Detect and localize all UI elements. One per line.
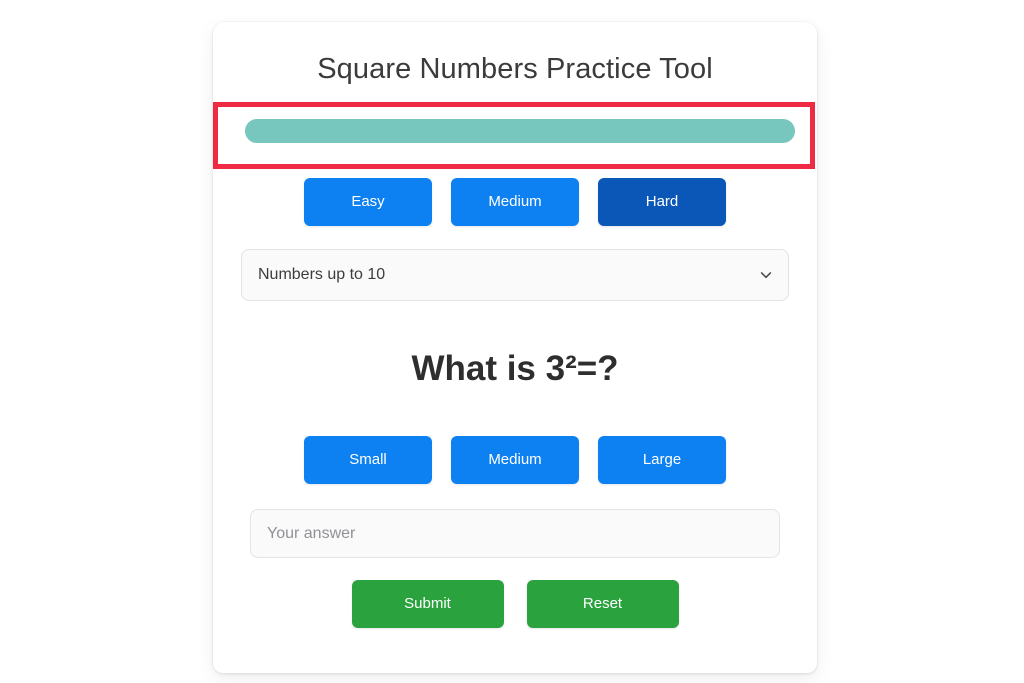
number-range-select[interactable]: Numbers up to 10 — [241, 249, 789, 301]
progress-bar-highlight-box — [213, 102, 815, 169]
action-button-group: Submit Reset — [213, 580, 817, 628]
difficulty-button-medium[interactable]: Medium — [451, 178, 579, 226]
progress-bar-track[interactable] — [245, 119, 795, 143]
page-title: Square Numbers Practice Tool — [317, 53, 713, 85]
reset-button[interactable]: Reset — [526, 580, 679, 628]
answer-input[interactable] — [250, 509, 780, 558]
question-prompt: What is 3²=? — [411, 349, 619, 388]
difficulty-button-group: Easy Medium Hard — [213, 178, 817, 226]
size-button-group: Small Medium Large — [213, 436, 817, 484]
difficulty-button-easy[interactable]: Easy — [304, 178, 432, 226]
submit-button[interactable]: Submit — [351, 580, 504, 628]
size-button-large[interactable]: Large — [598, 436, 726, 484]
progress-bar-fill — [245, 119, 795, 143]
size-button-medium[interactable]: Medium — [451, 436, 579, 484]
difficulty-button-hard[interactable]: Hard — [598, 178, 726, 226]
number-range-select-wrapper: Numbers up to 10 — [241, 249, 789, 301]
size-button-small[interactable]: Small — [304, 436, 432, 484]
practice-tool-card: Square Numbers Practice Tool Easy Medium… — [213, 22, 817, 673]
